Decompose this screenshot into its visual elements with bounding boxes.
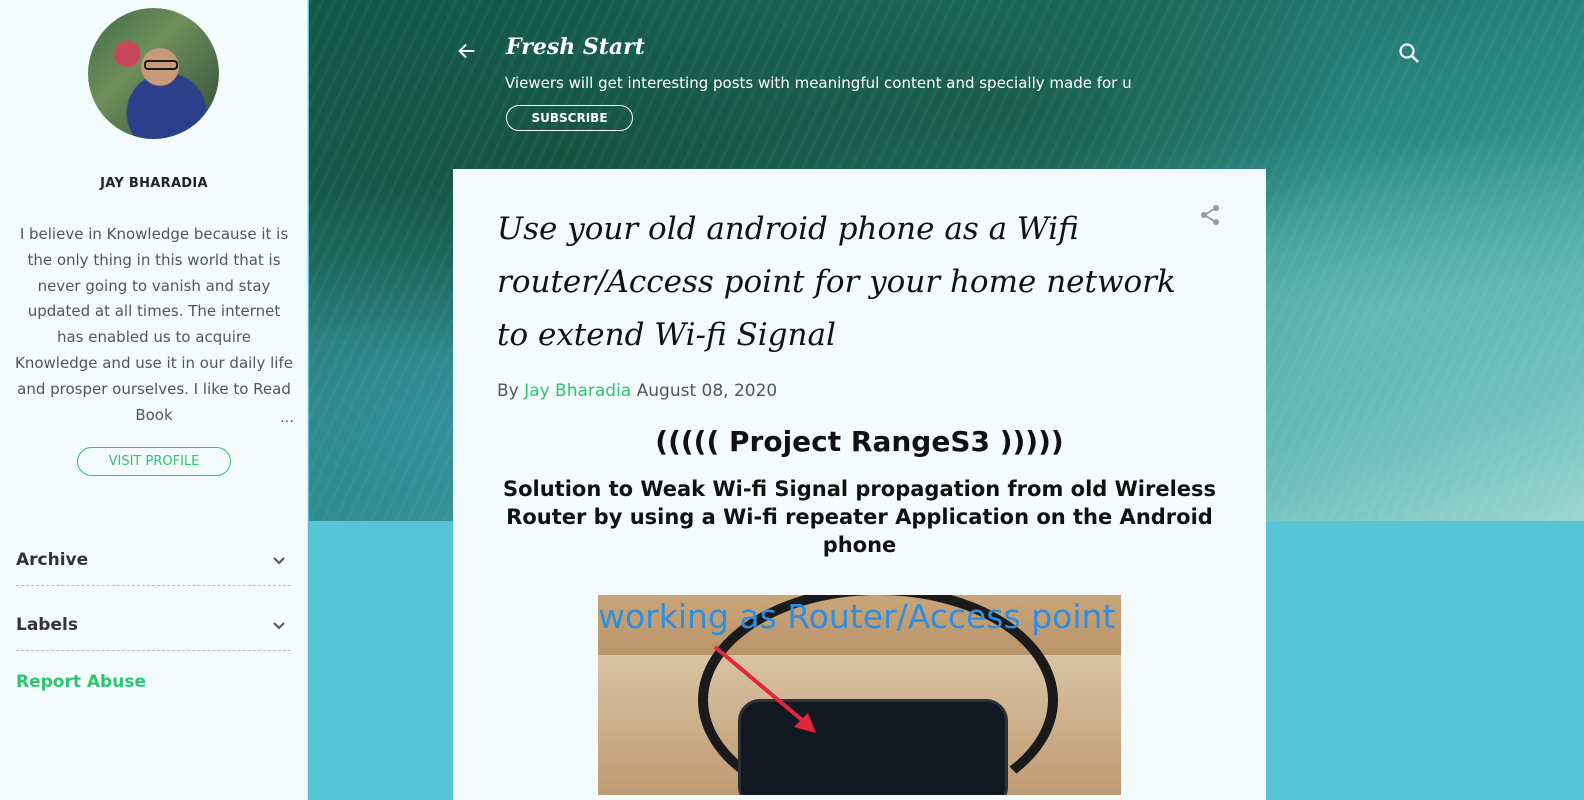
profile-name[interactable]: JAY BHARADIA [0, 176, 308, 191]
share-icon[interactable] [1198, 203, 1222, 227]
blog-title[interactable]: Fresh Start [506, 34, 645, 60]
post-image[interactable]: working as Router/Access point [598, 595, 1121, 795]
labels-section[interactable]: Labels [16, 587, 291, 651]
by-label: By [497, 381, 519, 401]
profile-avatar[interactable] [88, 8, 219, 139]
subscribe-button[interactable]: SUBSCRIBE [506, 105, 633, 131]
archive-section[interactable]: Archive [16, 522, 291, 586]
report-abuse-link[interactable]: Report Abuse [16, 672, 146, 692]
post-heading: ((((( Project RangeS3 ))))) [655, 425, 1064, 458]
archive-label: Archive [16, 550, 89, 570]
post-subheading: Solution to Weak Wi-fi Signal propagatio… [502, 477, 1217, 557]
chevron-down-icon [273, 557, 285, 565]
avatar-glasses [144, 60, 178, 70]
bio-more-ellipsis[interactable]: … [280, 410, 294, 426]
post-title[interactable]: Use your old android phone as a Wifi rou… [497, 203, 1177, 362]
search-icon[interactable] [1397, 41, 1421, 65]
post-byline: By Jay Bharadia August 08, 2020 [497, 381, 777, 401]
blog-description: Viewers will get interesting posts with … [505, 74, 1132, 92]
post-author-link[interactable]: Jay Bharadia [524, 381, 631, 401]
visit-profile-button[interactable]: VISIT PROFILE [77, 447, 231, 476]
profile-bio: I believe in Knowledge because it is the… [15, 225, 293, 424]
back-arrow-icon[interactable] [456, 40, 478, 62]
image-caption: working as Router/Access point [598, 597, 1116, 636]
post-date[interactable]: August 08, 2020 [637, 381, 778, 401]
sidebar: JAY BHARADIA I believe in Knowledge beca… [0, 0, 308, 800]
labels-label: Labels [16, 615, 78, 635]
chevron-down-icon [273, 622, 285, 630]
post-card: Use your old android phone as a Wifi rou… [453, 169, 1266, 800]
